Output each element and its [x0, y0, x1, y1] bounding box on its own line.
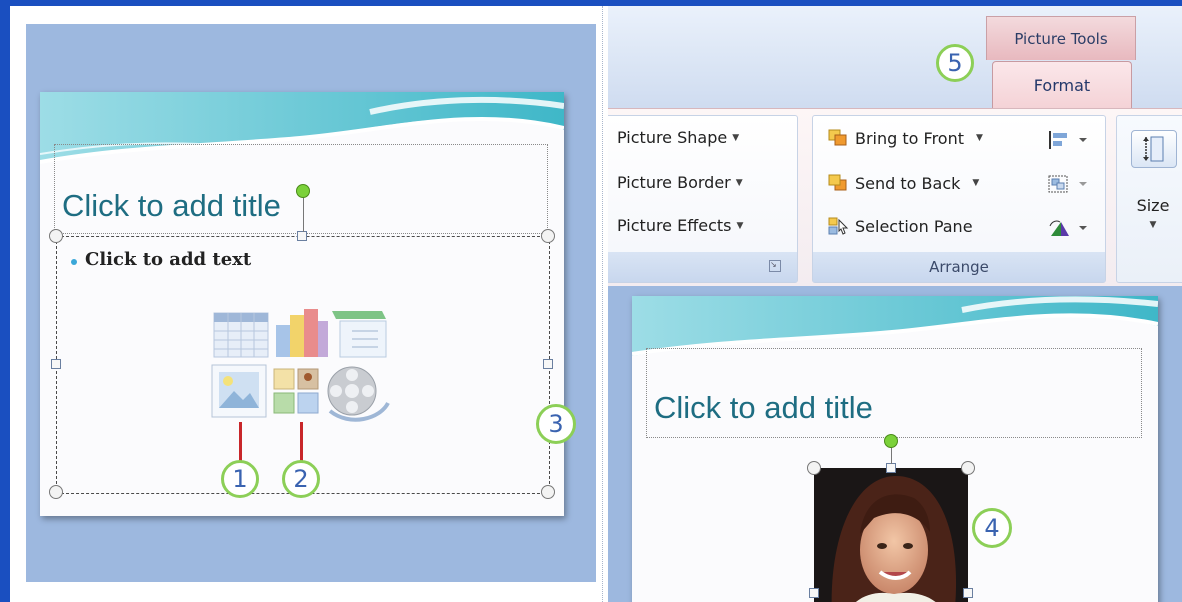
picture-handle-top[interactable] — [886, 463, 896, 473]
picture-handle-top-left[interactable] — [807, 461, 821, 475]
ribbon: Picture Tools 5 Format Picture Shape ▼ Pi… — [608, 6, 1182, 286]
picture-effects-label: Picture Effects — [617, 216, 732, 235]
bullet-marker — [71, 259, 77, 265]
callout-2: 2 — [282, 460, 320, 498]
left-slide-area: Click to add title Click to add text 1 2… — [26, 24, 596, 582]
size-button[interactable]: Size ▼ — [1127, 124, 1179, 242]
picture-styles-group-footer: ↘ — [608, 252, 797, 282]
insert-chart-icon[interactable] — [276, 309, 328, 357]
insert-clip-art-icon[interactable] — [273, 368, 319, 414]
right-title-placeholder-text[interactable]: Click to add title — [654, 390, 873, 426]
resize-handle-top-left[interactable] — [49, 229, 63, 243]
picture-tools-context-tab: Picture Tools — [986, 16, 1136, 60]
screenshot-frame: Click to add title Click to add text 1 2… — [10, 6, 1182, 602]
size-group: Size ▼ — [1116, 115, 1182, 283]
picture-rotation-handle[interactable] — [884, 434, 898, 448]
chevron-down-icon: ▼ — [1149, 220, 1157, 230]
size-label: Size — [1136, 196, 1170, 215]
chevron-down-icon: ▼ — [736, 220, 744, 231]
picture-handle-top-right[interactable] — [961, 461, 975, 475]
bring-to-front-icon — [828, 129, 847, 146]
picture-shape-label: Picture Shape — [617, 128, 728, 147]
picture-styles-group: Picture Shape ▼ Picture Border ▼ Picture E… — [608, 115, 798, 283]
size-icon-frame — [1131, 130, 1177, 168]
selection-pane-icon — [828, 217, 849, 235]
callout-5: 5 — [936, 44, 974, 82]
selection-pane-label: Selection Pane — [855, 216, 973, 236]
picture-handle-right[interactable] — [963, 588, 973, 598]
picture-effects-button[interactable]: Picture Effects ▼ — [617, 216, 743, 235]
chevron-down-icon: ▼ — [735, 177, 743, 188]
right-slide: Click to add title 4 — [632, 296, 1158, 602]
right-slide-area: Click to add title 4 — [608, 286, 1182, 602]
align-icon[interactable] — [1047, 130, 1091, 150]
chevron-down-icon: ▼ — [732, 132, 740, 143]
picture-handle-left[interactable] — [809, 588, 819, 598]
arrange-group: Bring to Front ▼ Send to Back ▼ Selection … — [812, 115, 1106, 283]
selected-picture[interactable] — [814, 468, 968, 602]
picture-border-label: Picture Border — [617, 173, 731, 192]
group-icon[interactable] — [1047, 174, 1091, 194]
insert-table-icon[interactable] — [213, 312, 269, 358]
send-to-back-button[interactable]: Send to Back ▼ — [827, 173, 979, 193]
send-to-back-label: Send to Back — [855, 173, 961, 193]
tab-format[interactable]: Format — [992, 61, 1132, 109]
divider-line — [602, 6, 603, 602]
dialog-launcher-icon[interactable]: ↘ — [769, 260, 781, 272]
resize-handle-bottom-left[interactable] — [49, 485, 63, 499]
bring-to-front-button[interactable]: Bring to Front ▼ — [827, 128, 983, 148]
rotation-handle[interactable] — [296, 184, 310, 198]
resize-handle-top[interactable] — [297, 231, 307, 241]
title-placeholder-text[interactable]: Click to add title — [62, 188, 281, 224]
callout-3: 3 — [536, 404, 576, 444]
send-to-back-icon — [828, 174, 847, 191]
resize-handle-left[interactable] — [51, 359, 61, 369]
ribbon-body: Picture Shape ▼ Picture Border ▼ Picture E… — [608, 108, 1182, 286]
connector-line-2 — [300, 422, 303, 462]
chevron-down-icon: ▼ — [972, 178, 980, 188]
insert-media-icon[interactable] — [327, 366, 390, 422]
picture-border-button[interactable]: Picture Border ▼ — [617, 173, 743, 192]
resize-handle-right[interactable] — [543, 359, 553, 369]
arrange-group-label: Arrange — [813, 252, 1105, 282]
insert-picture-icon[interactable] — [211, 364, 267, 418]
portrait-photo — [814, 468, 968, 602]
body-placeholder-text[interactable]: Click to add text — [85, 249, 251, 270]
resize-handle-top-right[interactable] — [541, 229, 555, 243]
picture-shape-button[interactable]: Picture Shape ▼ — [617, 128, 739, 147]
size-icon — [1143, 136, 1164, 162]
callout-1: 1 — [221, 460, 259, 498]
rotate-icon[interactable] — [1047, 218, 1091, 238]
chevron-down-icon: ▼ — [976, 133, 983, 143]
left-slide: Click to add title Click to add text 1 2 — [40, 92, 564, 516]
bring-to-front-label: Bring to Front — [855, 128, 964, 148]
rotation-stem — [303, 192, 304, 232]
content-icons-grid — [211, 309, 390, 422]
connector-line-1 — [239, 422, 242, 462]
selection-pane-button[interactable]: Selection Pane — [827, 216, 973, 236]
insert-smartart-icon[interactable] — [332, 311, 387, 358]
resize-handle-bottom-right[interactable] — [541, 485, 555, 499]
callout-4: 4 — [972, 508, 1012, 548]
